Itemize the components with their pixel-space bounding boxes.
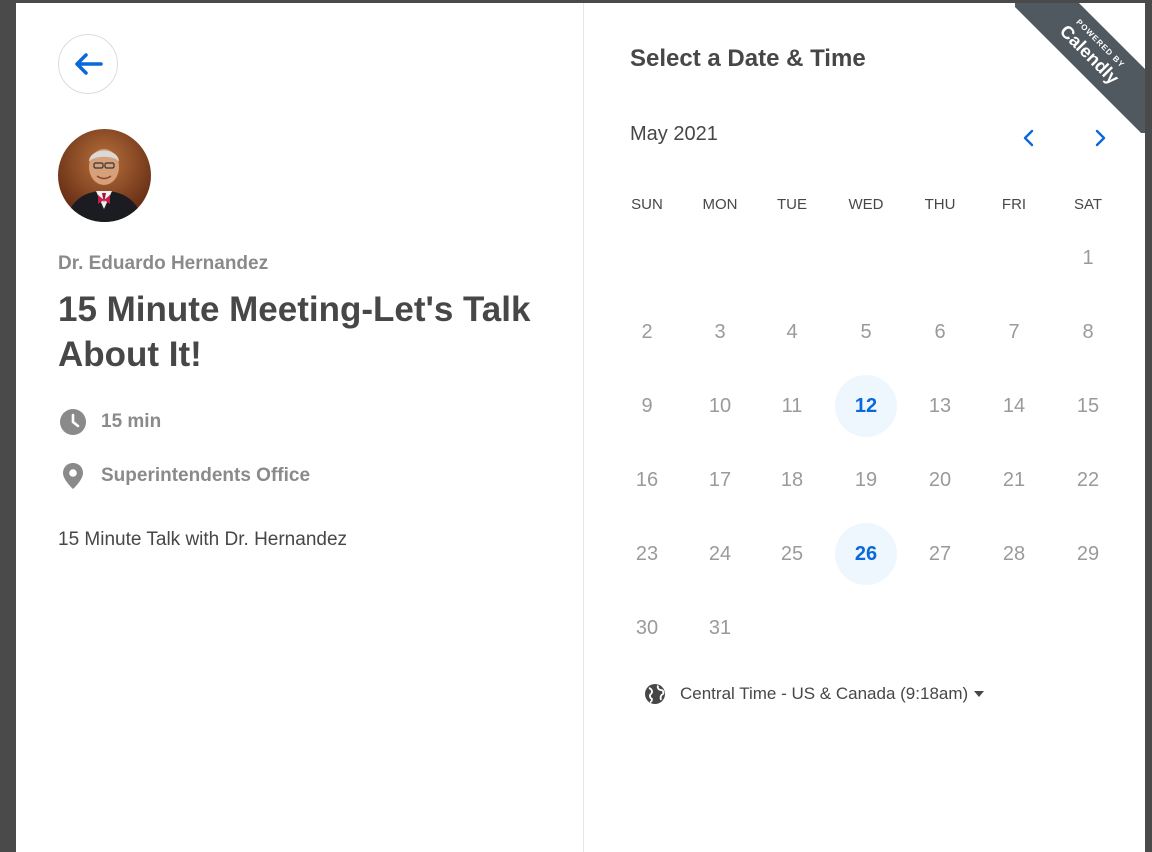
calendar-day: 21: [1002, 468, 1026, 491]
calendar-day: 20: [928, 468, 952, 491]
calendar-day: 29: [1076, 542, 1100, 565]
calendar-day: 3: [714, 320, 726, 343]
weekday-header: SAT: [1073, 196, 1103, 213]
calendar-day: 30: [635, 616, 659, 639]
weekday-header: WED: [848, 196, 884, 213]
event-title: 15 Minute Meeting-Let's Talk About It!: [58, 290, 531, 374]
back-button[interactable]: [58, 34, 118, 94]
month-label: May 2021: [630, 123, 718, 145]
calendar-day: 25: [780, 542, 804, 565]
booking-card: Dr. Eduardo Hernandez 15 Minute Meeting-…: [16, 3, 1145, 852]
calendar-day: 19: [854, 468, 878, 491]
calendar-day: 17: [708, 468, 732, 491]
map-pin-icon: [58, 461, 88, 491]
calendar-day: 13: [928, 394, 952, 417]
calendar-day: 31: [708, 616, 732, 639]
calendar-day: 10: [708, 394, 732, 417]
weekday-header: MON: [702, 196, 738, 213]
calendar-day: 24: [708, 542, 732, 565]
host-avatar: [58, 129, 151, 222]
calendar-day: 7: [1008, 320, 1020, 343]
timezone-text: Central Time - US & Canada (9:18am): [680, 684, 969, 703]
calendar-day: 2: [641, 320, 653, 343]
calendar-day-available[interactable]: 12: [835, 375, 897, 437]
calendar-day: 1: [1082, 246, 1094, 269]
weekday-header: THU: [924, 196, 956, 213]
calendar-day: 27: [928, 542, 952, 565]
calendar-day: 6: [934, 320, 946, 343]
calendar-day: 18: [780, 468, 804, 491]
timezone-selector[interactable]: Central Time - US & Canada (9:18am): [644, 683, 985, 705]
calendar-day: 4: [786, 320, 798, 343]
calendar-day-available[interactable]: 26: [835, 523, 897, 585]
calendar-day: 23: [635, 542, 659, 565]
duration-text: 15 min: [101, 411, 162, 432]
weekday-header: SUN: [631, 196, 663, 213]
clock-icon: [58, 407, 88, 437]
calendar-day: 15: [1076, 394, 1100, 417]
host-name: Dr. Eduardo Hernandez: [58, 253, 269, 274]
calendar-day: 9: [641, 394, 653, 417]
weekday-header: FRI: [1001, 196, 1027, 213]
arrow-left-icon: [75, 53, 103, 75]
calendar-day: 5: [860, 320, 872, 343]
event-description: 15 Minute Talk with Dr. Hernandez: [58, 529, 348, 550]
calendar-day: 22: [1076, 468, 1100, 491]
calendar-day: 11: [781, 394, 803, 417]
weekday-header: TUE: [777, 196, 807, 213]
calendar-day: 8: [1082, 320, 1094, 343]
powered-by-calendly-badge[interactable]: POWERED BY Calendly: [1015, 3, 1145, 133]
caret-down-icon: [974, 691, 985, 697]
event-duration: 15 min: [58, 407, 161, 437]
globe-icon: [645, 684, 665, 704]
panel-title: Select a Date & Time: [630, 45, 866, 72]
calendar-day: 16: [635, 468, 659, 491]
calendar-day: 14: [1002, 394, 1026, 417]
location-text: Superintendents Office: [101, 465, 311, 486]
event-details-pane: Dr. Eduardo Hernandez 15 Minute Meeting-…: [16, 3, 584, 852]
event-location: Superintendents Office: [58, 461, 310, 491]
calendar-day: 28: [1002, 542, 1026, 565]
